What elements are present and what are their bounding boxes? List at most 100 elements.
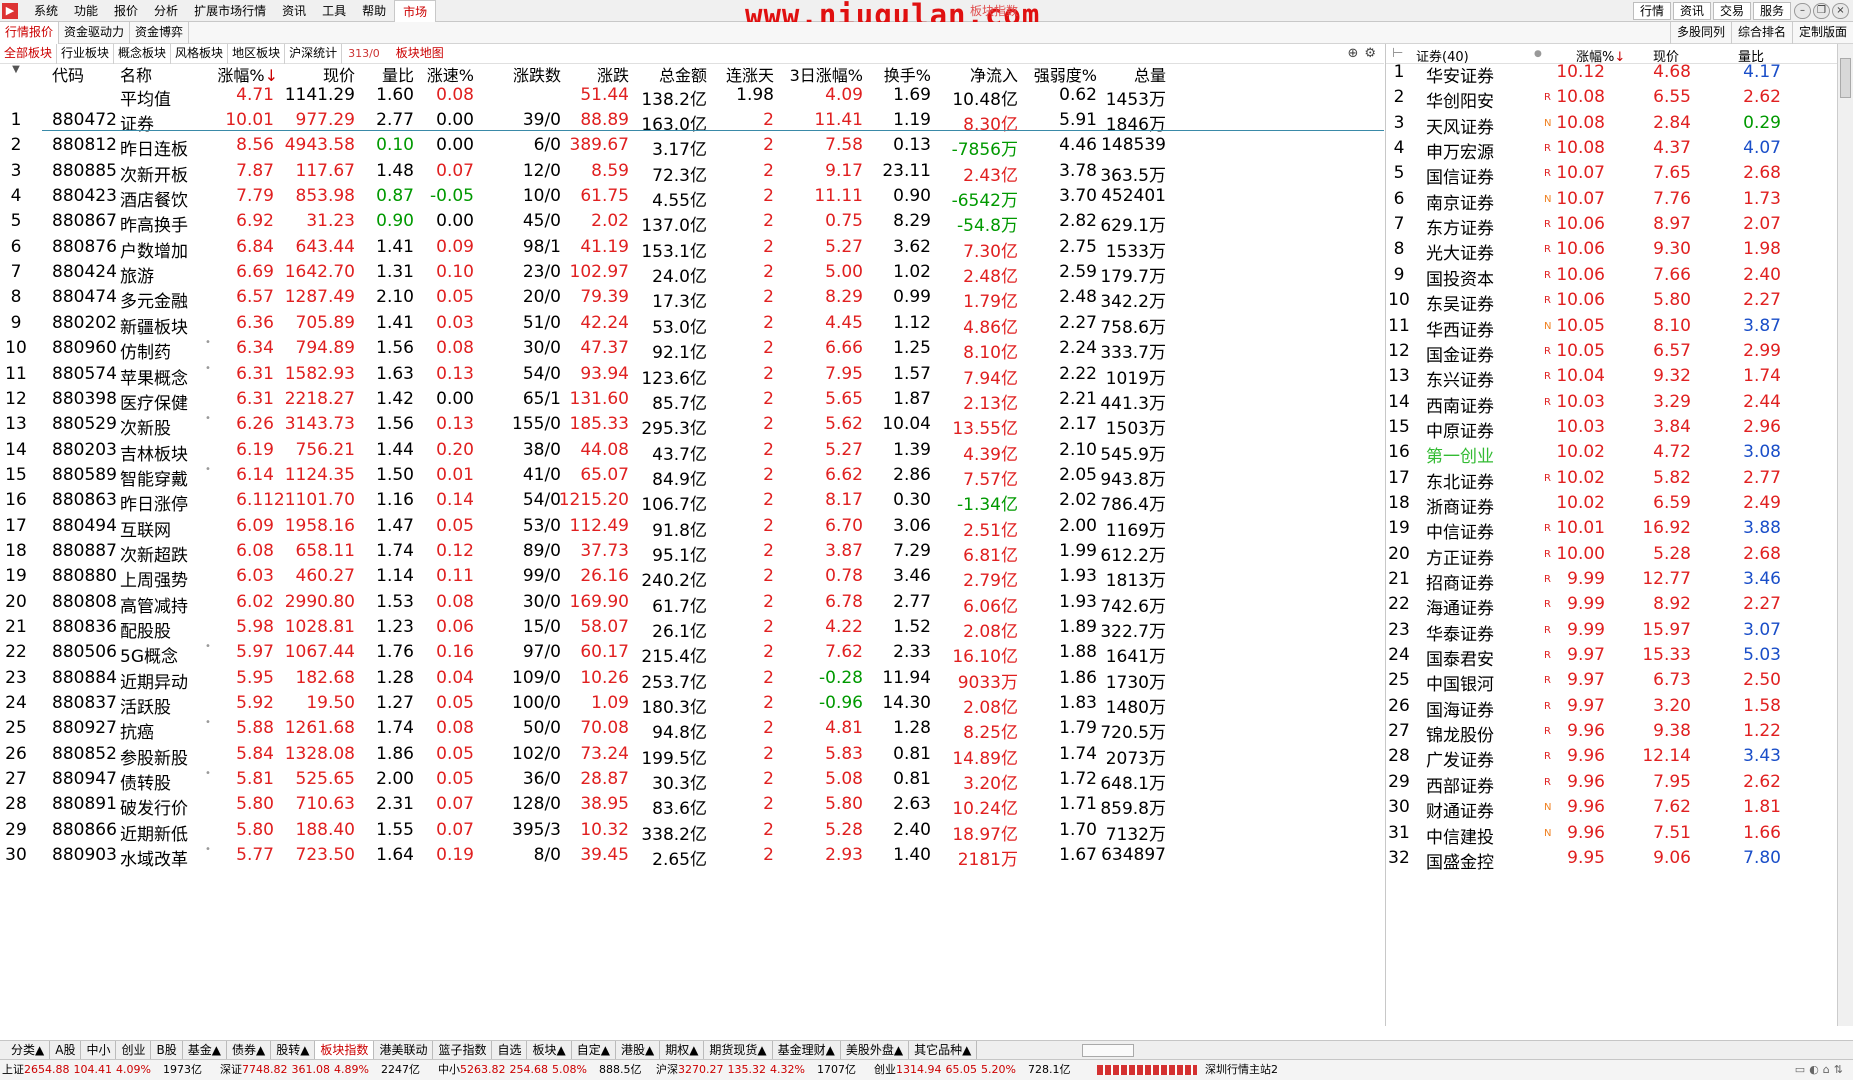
market-tab[interactable]: B股: [151, 1041, 183, 1060]
table-row[interactable]: 13 880529 次新股 • 6.26 3143.73 1.56 0.13 155/0 185.…: [0, 412, 1384, 439]
vertical-scrollbar[interactable]: [1837, 44, 1853, 1026]
stock-row[interactable]: 20 方正证券 R 10.00 5.28 2.68: [1386, 542, 1838, 569]
function-tab[interactable]: 资金驱动力: [59, 22, 131, 44]
stock-row[interactable]: 12 国金证券 R 10.05 6.57 2.99: [1386, 339, 1838, 366]
stock-row[interactable]: 7 东方证券 R 10.06 8.97 2.07: [1386, 212, 1838, 239]
stock-row[interactable]: 14 西南证券 R 10.03 3.29 2.44: [1386, 390, 1838, 417]
market-tab[interactable]: 分类▲: [6, 1041, 51, 1060]
layout-tab[interactable]: 多股同列: [1669, 22, 1731, 44]
gear-icon[interactable]: ⚙: [1364, 46, 1376, 61]
stock-row[interactable]: 18 浙商证券 10.02 6.59 2.49: [1386, 491, 1838, 518]
table-row[interactable]: 14 880203 吉林板块 6.19 756.21 1.44 0.20 38/0 44.08 4…: [0, 438, 1384, 465]
market-tab[interactable]: 板块指数: [315, 1041, 375, 1060]
stock-row[interactable]: 4 申万宏源 R 10.08 4.37 4.07: [1386, 136, 1838, 163]
table-row[interactable]: 22 880506 5G概念 • 5.97 1067.44 1.76 0.16 97/0 60.1…: [0, 640, 1384, 667]
table-row[interactable]: 7 880424 旅游 6.69 1642.70 1.31 0.10 23/0 102.97 24…: [0, 260, 1384, 287]
market-tab[interactable]: 自定▲: [572, 1041, 616, 1060]
stock-row[interactable]: 9 国投资本 R 10.06 7.66 2.40: [1386, 263, 1838, 290]
menu-item[interactable]: 分析: [146, 0, 186, 22]
menu-item[interactable]: 系统: [26, 0, 66, 22]
menu-item[interactable]: 功能: [66, 0, 106, 22]
market-tab[interactable]: 其它品种▲: [909, 1041, 978, 1060]
stock-row[interactable]: 28 广发证券 R 9.96 12.14 3.43: [1386, 744, 1838, 771]
table-row[interactable]: 8 880474 多元金融 6.57 1287.49 2.10 0.05 20/0 79.39 1…: [0, 285, 1384, 312]
market-tab[interactable]: 板块▲: [527, 1041, 572, 1060]
index-ticker[interactable]: 上证2654.88 104.41 4.09% 1973亿: [2, 1060, 202, 1080]
table-row[interactable]: 30 880903 水域改革 • 5.77 723.50 1.64 0.19 8/0 39.45 2…: [0, 843, 1384, 870]
stock-row[interactable]: 1 华安证券 10.12 4.68 4.17: [1386, 60, 1838, 87]
index-ticker[interactable]: 深证7748.82 361.08 4.89% 2247亿: [220, 1060, 420, 1080]
market-tab[interactable]: 篮子指数: [433, 1041, 493, 1060]
table-row[interactable]: 4 880423 酒店餐饮 7.79 853.98 0.87 -0.05 10/0 61.75 4…: [0, 184, 1384, 211]
market-tab[interactable]: 美股外盘▲: [841, 1041, 910, 1060]
table-row[interactable]: 9 880202 新疆板块 6.36 705.89 1.41 0.03 51/0 42.24 53…: [0, 311, 1384, 338]
stock-row[interactable]: 8 光大证券 R 10.06 9.30 1.98: [1386, 237, 1838, 264]
table-row[interactable]: 20 880808 高管减持 6.02 2990.80 1.53 0.08 30/0 169.9…: [0, 590, 1384, 617]
table-row[interactable]: 12 880398 医疗保健 6.31 2218.27 1.42 0.00 65/1 131.6…: [0, 387, 1384, 414]
stock-row[interactable]: 3 天风证券 N 10.08 2.84 0.29: [1386, 111, 1838, 138]
sort-toggle-icon[interactable]: ▼: [0, 64, 32, 75]
market-tab[interactable]: 股转▲: [271, 1041, 316, 1060]
table-row[interactable]: 10 880960 仿制药 • 6.34 794.89 1.56 0.08 30/0 47.37 9…: [0, 336, 1384, 363]
app-logo-icon[interactable]: ▶: [2, 3, 18, 19]
server-name[interactable]: 深圳行情主站2: [1205, 1060, 1278, 1080]
market-tab[interactable]: 港美联动: [374, 1041, 434, 1060]
table-row[interactable]: 11 880574 苹果概念 • 6.31 1582.93 1.63 0.13 54/0 93.9…: [0, 362, 1384, 389]
table-row[interactable]: 5 880867 昨高换手 6.92 31.23 0.90 0.00 45/0 2.02 137.…: [0, 209, 1384, 236]
stock-row[interactable]: 22 海通证券 R 9.99 8.92 2.27: [1386, 592, 1838, 619]
table-row[interactable]: 24 880837 活跃股 5.92 19.50 1.27 0.05 100/0 1.09 180…: [0, 691, 1384, 718]
stock-row[interactable]: 2 华创阳安 R 10.08 6.55 2.62: [1386, 85, 1838, 112]
table-row[interactable]: 23 880884 近期异动 5.95 182.68 1.28 0.04 109/0 10.26…: [0, 666, 1384, 693]
table-row[interactable]: 19 880880 上周强势 6.03 460.27 1.14 0.11 99/0 26.16 2…: [0, 564, 1384, 591]
menu-item[interactable]: 报价: [106, 0, 146, 22]
pin-icon[interactable]: ⊢: [1392, 46, 1403, 61]
stock-row[interactable]: 6 南京证券 N 10.07 7.76 1.73: [1386, 187, 1838, 214]
market-tab[interactable]: 期货现货▲: [704, 1041, 773, 1060]
function-tab[interactable]: 行情报价: [0, 22, 60, 44]
restore-icon[interactable]: ❐: [1813, 3, 1830, 19]
stock-row[interactable]: 21 招商证券 R 9.99 12.77 3.46: [1386, 567, 1838, 594]
table-row[interactable]: 28 880891 破发行价 5.80 710.63 2.31 0.07 128/0 38.95…: [0, 792, 1384, 819]
market-tab[interactable]: 基金▲: [183, 1041, 227, 1060]
menu-item[interactable]: 资讯: [274, 0, 314, 22]
minimize-icon[interactable]: –: [1794, 3, 1811, 19]
menu-item[interactable]: 扩展市场行情: [186, 0, 274, 22]
stock-row[interactable]: 17 东北证券 R 10.02 5.82 2.77: [1386, 466, 1838, 493]
table-row[interactable]: 29 880866 近期新低 5.80 188.40 1.55 0.07 395/3 10.32…: [0, 818, 1384, 845]
stock-row[interactable]: 25 中国银河 R 9.97 6.73 2.50: [1386, 668, 1838, 695]
table-row[interactable]: 21 880836 配股股 5.98 1028.81 1.23 0.06 15/0 58.07 2…: [0, 615, 1384, 642]
menu-item[interactable]: 帮助: [354, 0, 394, 22]
stock-row[interactable]: 30 财通证券 N 9.96 7.62 1.81: [1386, 795, 1838, 822]
layout-tab[interactable]: 定制版面: [1791, 22, 1853, 44]
index-ticker[interactable]: 创业1314.94 65.05 5.20% 728.1亿: [874, 1060, 1070, 1080]
stock-row[interactable]: 10 东吴证券 R 10.06 5.80 2.27: [1386, 288, 1838, 315]
menu-item[interactable]: 市场: [394, 0, 437, 22]
top-right-button[interactable]: 交易: [1712, 2, 1751, 20]
layout-tab[interactable]: 综合排名: [1730, 22, 1792, 44]
top-right-button[interactable]: 行情: [1632, 2, 1671, 20]
stock-row[interactable]: 5 国信证券 R 10.07 7.65 2.68: [1386, 161, 1838, 188]
table-row[interactable]: 6 880876 户数增加 6.84 643.44 1.41 0.09 98/1 41.19 15…: [0, 235, 1384, 262]
table-row[interactable]: 26 880852 参股新股 5.84 1328.08 1.86 0.05 102/0 73.2…: [0, 742, 1384, 769]
table-row[interactable]: 15 880589 智能穿戴 • 6.14 1124.35 1.50 0.01 41/0 65.0…: [0, 463, 1384, 490]
top-right-button[interactable]: 资讯: [1672, 2, 1711, 20]
market-tab[interactable]: 中小: [81, 1041, 117, 1060]
stock-row[interactable]: 19 中信证券 R 10.01 16.92 3.88: [1386, 516, 1838, 543]
table-row[interactable]: 17 880494 互联网 6.09 1958.16 1.47 0.05 53/0 112.49…: [0, 514, 1384, 541]
market-tab[interactable]: 自选: [492, 1041, 528, 1060]
zoom-icon[interactable]: ⊕: [1347, 46, 1358, 61]
stock-row[interactable]: 24 国泰君安 R 9.97 15.33 5.03: [1386, 643, 1838, 670]
stock-row[interactable]: 27 锦龙股份 R 9.96 9.38 1.22: [1386, 719, 1838, 746]
close-icon[interactable]: ×: [1832, 3, 1849, 19]
market-tab[interactable]: 港股▲: [616, 1041, 661, 1060]
table-row[interactable]: 16 880863 昨日涨停 6.11 21101.70 1.16 0.14 54/0 1215…: [0, 488, 1384, 515]
market-tab[interactable]: 债券▲: [227, 1041, 272, 1060]
market-tab[interactable]: 创业: [116, 1041, 152, 1060]
table-row[interactable]: 27 880947 债转股 • 5.81 525.65 2.00 0.05 36/0 28.87 3…: [0, 767, 1384, 794]
market-tab[interactable]: A股: [50, 1041, 82, 1060]
stock-row[interactable]: 13 东兴证券 R 10.04 9.32 1.74: [1386, 364, 1838, 391]
scroll-thumb[interactable]: [1840, 58, 1851, 98]
table-row[interactable]: 3 880885 次新开板 7.87 117.67 1.48 0.07 12/0 8.59 72.…: [0, 159, 1384, 186]
index-ticker[interactable]: 中小5263.82 254.68 5.08% 888.5亿: [438, 1060, 641, 1080]
stock-row[interactable]: 23 华泰证券 R 9.99 15.97 3.07: [1386, 618, 1838, 645]
